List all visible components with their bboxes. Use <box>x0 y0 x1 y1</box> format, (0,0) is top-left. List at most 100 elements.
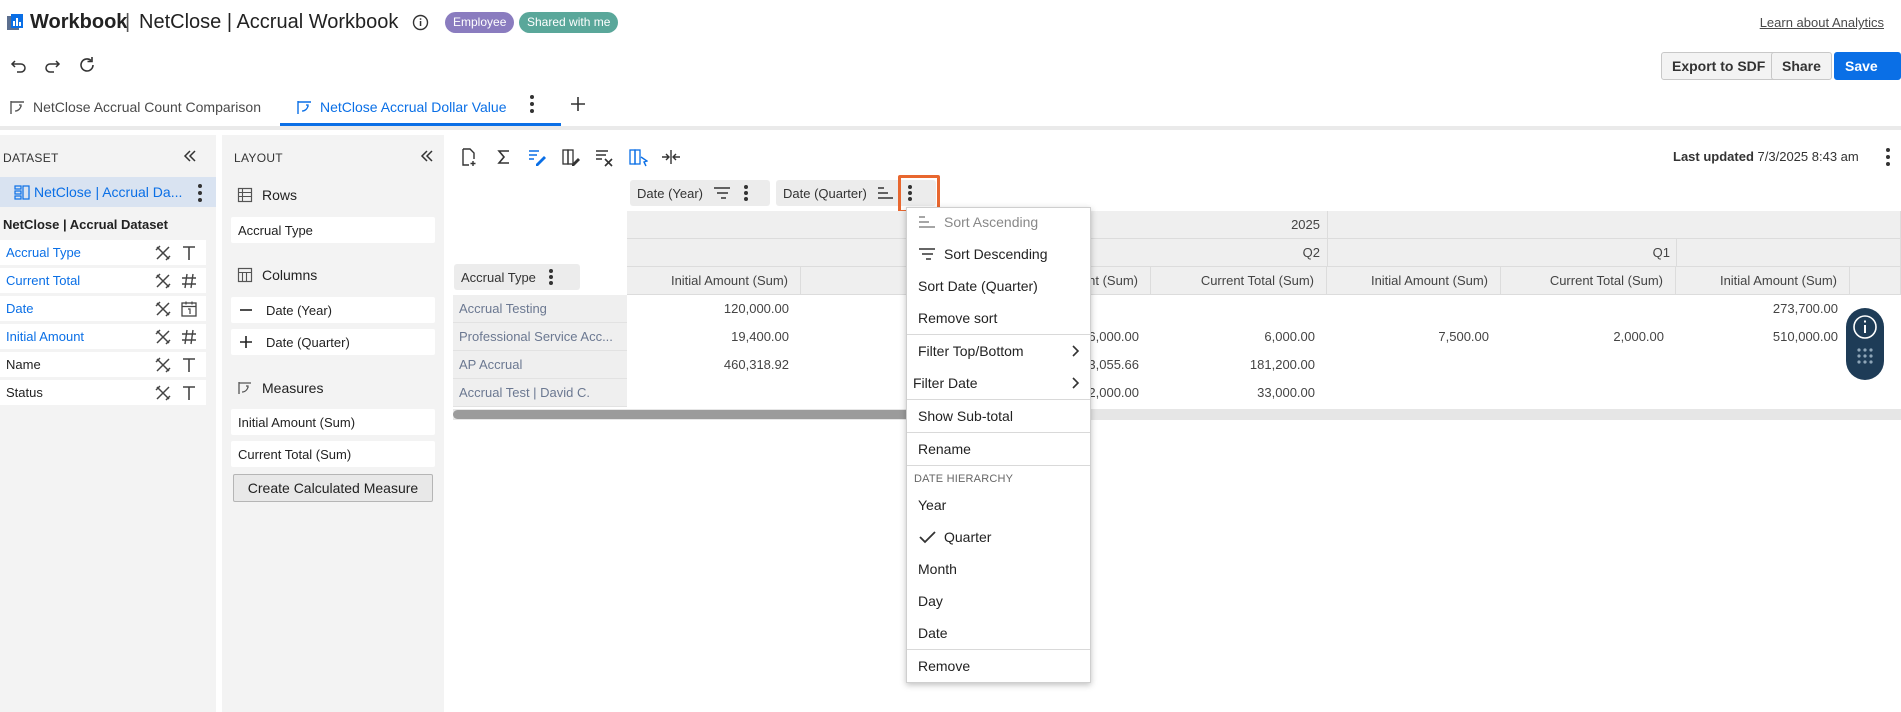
menu-hierarchy-day[interactable]: Day <box>918 593 943 609</box>
fit-columns-icon[interactable] <box>661 147 681 167</box>
date-type-icon <box>180 300 198 318</box>
menu-hierarchy-date[interactable]: Date <box>918 625 948 641</box>
dataset-name: NetClose | Accrual Dataset <box>3 217 168 232</box>
menu-label: Date <box>918 625 948 641</box>
new-document-icon[interactable] <box>459 147 479 167</box>
collapse-dataset-icon[interactable] <box>182 148 198 164</box>
pill-label: Date (Quarter) <box>266 334 350 350</box>
redo-icon[interactable] <box>42 55 62 75</box>
menu-label: Remove sort <box>918 310 998 326</box>
column-pill-date-quarter[interactable]: Date (Quarter) <box>231 329 435 355</box>
tab-options-icon[interactable] <box>525 92 539 116</box>
menu-filter-top-bottom[interactable]: Filter Top/Bottom <box>918 343 1080 359</box>
pivot-cell <box>1327 351 1501 379</box>
row-header: AP Accrual <box>453 351 627 379</box>
pivot-tab-icon <box>296 99 313 116</box>
tools-icon <box>154 328 172 346</box>
workbook-logo-icon <box>6 13 24 32</box>
menu-label: Month <box>918 561 957 577</box>
text-type-icon <box>180 356 198 374</box>
field-label: Accrual Type <box>6 245 81 260</box>
menu-sort-ascending[interactable]: Sort Ascending <box>918 214 1038 230</box>
sort-ascending-icon <box>918 214 938 230</box>
menu-remove-sort[interactable]: Remove sort <box>918 310 997 326</box>
view-options-icon[interactable] <box>1883 146 1893 168</box>
export-sdf-button[interactable]: Export to SDF <box>1661 52 1777 80</box>
row-header: Professional Service Acc... <box>453 323 627 351</box>
field-initial-amount[interactable]: Initial Amount <box>0 324 206 349</box>
last-updated-label: Last updated <box>1673 149 1754 164</box>
share-button[interactable]: Share <box>1771 52 1832 80</box>
menu-hierarchy-month[interactable]: Month <box>918 561 957 577</box>
expand-plus-icon[interactable] <box>238 334 254 350</box>
menu-label: Show Sub-total <box>918 408 1013 424</box>
learn-analytics-link[interactable]: Learn about Analytics <box>1760 15 1884 30</box>
sum-icon[interactable] <box>494 147 514 167</box>
field-current-total[interactable]: Current Total <box>0 268 206 293</box>
field-status[interactable]: Status <box>0 380 206 405</box>
tab-accrual-count[interactable]: NetClose Accrual Count Comparison <box>9 88 261 126</box>
menu-remove[interactable]: Remove <box>918 658 970 674</box>
tab-accrual-dollar[interactable]: NetClose Accrual Dollar Value <box>296 88 507 126</box>
chip-date-year[interactable]: Date (Year) <box>630 180 770 206</box>
field-label: Initial Amount <box>6 329 85 344</box>
rows-icon <box>237 187 253 203</box>
pivot-cell <box>1327 379 1501 407</box>
tools-icon <box>154 244 172 262</box>
column-edit-icon[interactable] <box>561 147 581 167</box>
menu-hierarchy-quarter[interactable]: Quarter <box>918 529 991 545</box>
sort-ascending-icon[interactable] <box>877 185 895 201</box>
save-as-button[interactable]: Save As <box>1834 52 1901 100</box>
edit-format-icon[interactable] <box>527 147 547 167</box>
pivot-cell <box>1151 295 1327 323</box>
refresh-icon[interactable] <box>77 55 97 75</box>
menu-filter-date[interactable]: Filter Date <box>913 375 1080 391</box>
row-header: Accrual Test | David C. <box>453 379 627 407</box>
menu-label: Quarter <box>944 529 992 545</box>
check-icon <box>918 529 938 545</box>
menu-rename[interactable]: Rename <box>918 441 971 457</box>
dataset-source-name[interactable]: NetClose | Accrual Da... <box>34 184 182 200</box>
field-accrual-type[interactable]: Accrual Type <box>0 240 206 265</box>
sort-descending-icon[interactable] <box>713 185 731 201</box>
rows-title: Rows <box>262 187 298 203</box>
field-name[interactable]: Name <box>0 352 206 377</box>
menu-divider <box>907 465 1090 466</box>
dataset-options-icon[interactable] <box>195 182 205 204</box>
undo-icon[interactable] <box>9 55 29 75</box>
column-pill-date-year[interactable]: Date (Year) <box>231 297 435 323</box>
layout-header: LAYOUT <box>234 151 283 165</box>
row-pill-accrual-type[interactable]: Accrual Type <box>231 217 435 243</box>
pivot-cell: 181,200.00 <box>1249 357 1315 372</box>
chip-options-icon[interactable] <box>546 267 556 287</box>
menu-hierarchy-year[interactable]: Year <box>918 497 946 513</box>
menu-sort-date[interactable]: Sort Date (Quarter) <box>918 278 1038 294</box>
tab-divider <box>0 126 1901 130</box>
collapse-minus-icon[interactable] <box>238 302 254 318</box>
chip-label: Date (Quarter) <box>783 185 867 201</box>
create-calculated-measure-button[interactable]: Create Calculated Measure <box>233 474 433 502</box>
column-select-icon[interactable] <box>628 147 648 167</box>
measure-pill-current-total[interactable]: Current Total (Sum) <box>231 441 435 467</box>
chip-accrual-type[interactable]: Accrual Type <box>454 264 580 290</box>
menu-show-subtotal[interactable]: Show Sub-total <box>918 408 1013 424</box>
menu-divider <box>907 432 1090 433</box>
measure-header: Initial Amount (Sum) <box>1327 267 1501 295</box>
clear-format-icon[interactable] <box>594 147 614 167</box>
help-widget[interactable] <box>1846 308 1884 380</box>
info-icon[interactable] <box>412 14 429 31</box>
pivot-cell: 273,700.00 <box>1772 301 1838 316</box>
collapse-layout-icon[interactable] <box>419 148 435 164</box>
scrollbar-thumb[interactable] <box>453 410 933 419</box>
menu-divider <box>907 649 1090 650</box>
field-label: Status <box>6 385 43 400</box>
measure-pill-initial-amount[interactable]: Initial Amount (Sum) <box>231 409 435 435</box>
menu-label: Remove <box>918 658 971 674</box>
field-date[interactable]: Date <box>0 296 206 321</box>
measure-header: Initial Amount (Sum) <box>1676 267 1850 295</box>
add-tab-icon[interactable] <box>568 94 588 114</box>
chip-options-icon[interactable] <box>741 183 751 203</box>
pivot-cell: 7,500.00 <box>1438 329 1489 344</box>
pill-label: Current Total (Sum) <box>238 446 352 462</box>
menu-sort-descending[interactable]: Sort Descending <box>918 246 1048 262</box>
